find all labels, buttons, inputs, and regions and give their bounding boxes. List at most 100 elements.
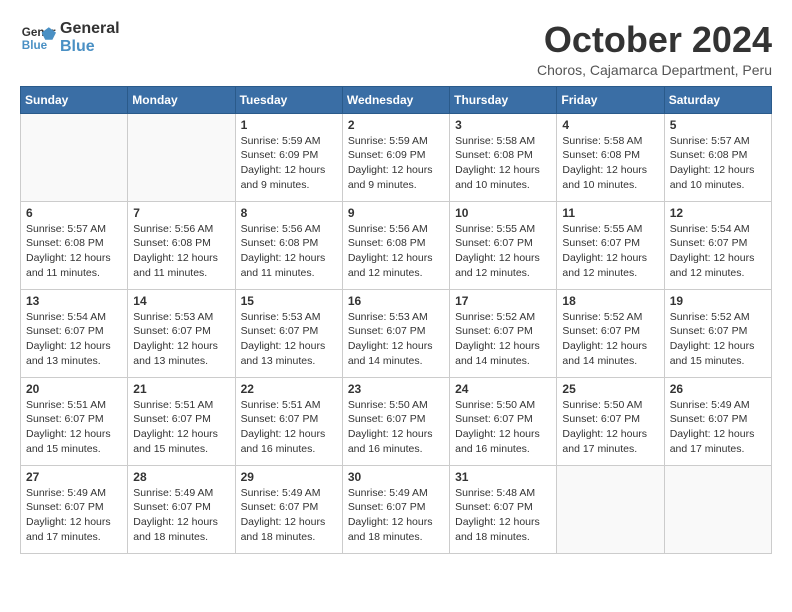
cell-content: Sunrise: 5:56 AM Sunset: 6:08 PM Dayligh… — [241, 222, 337, 281]
week-row-1: 1 Sunrise: 5:59 AM Sunset: 6:09 PM Daylig… — [21, 113, 772, 201]
day-number: 21 — [133, 382, 229, 396]
week-row-4: 20Sunrise: 5:51 AM Sunset: 6:07 PM Dayli… — [21, 377, 772, 465]
cell-content: Sunrise: 5:58 AM Sunset: 6:08 PM Dayligh… — [455, 134, 551, 193]
day-number: 17 — [455, 294, 551, 308]
calendar-cell: 7 Sunrise: 5:56 AM Sunset: 6:08 PM Daylig… — [128, 201, 235, 289]
day-number: 15 — [241, 294, 337, 308]
cell-content: Sunrise: 5:49 AM Sunset: 6:07 PM Dayligh… — [133, 486, 229, 545]
cell-content: Sunrise: 5:57 AM Sunset: 6:08 PM Dayligh… — [670, 134, 766, 193]
day-number: 29 — [241, 470, 337, 484]
cell-content: Sunrise: 5:58 AM Sunset: 6:08 PM Dayligh… — [562, 134, 658, 193]
calendar-cell: 9 Sunrise: 5:56 AM Sunset: 6:08 PM Daylig… — [342, 201, 449, 289]
calendar-table: SundayMondayTuesdayWednesdayThursdayFrid… — [20, 86, 772, 554]
cell-content: Sunrise: 5:57 AM Sunset: 6:08 PM Dayligh… — [26, 222, 122, 281]
day-number: 9 — [348, 206, 444, 220]
day-number: 3 — [455, 118, 551, 132]
cell-content: Sunrise: 5:50 AM Sunset: 6:07 PM Dayligh… — [455, 398, 551, 457]
calendar-cell: 18Sunrise: 5:52 AM Sunset: 6:07 PM Dayli… — [557, 289, 664, 377]
cell-content: Sunrise: 5:49 AM Sunset: 6:07 PM Dayligh… — [670, 398, 766, 457]
week-row-5: 27 Sunrise: 5:49 AM Sunset: 6:07 PM Dayli… — [21, 465, 772, 553]
cell-content: Sunrise: 5:59 AM Sunset: 6:09 PM Dayligh… — [241, 134, 337, 193]
day-number: 19 — [670, 294, 766, 308]
day-number: 11 — [562, 206, 658, 220]
calendar-cell: 14Sunrise: 5:53 AM Sunset: 6:07 PM Dayli… — [128, 289, 235, 377]
day-number: 6 — [26, 206, 122, 220]
calendar-cell: 13Sunrise: 5:54 AM Sunset: 6:07 PM Dayli… — [21, 289, 128, 377]
location-subtitle: Choros, Cajamarca Department, Peru — [537, 62, 772, 78]
day-number: 22 — [241, 382, 337, 396]
day-number: 27 — [26, 470, 122, 484]
cell-content: Sunrise: 5:51 AM Sunset: 6:07 PM Dayligh… — [26, 398, 122, 457]
title-block: October 2024 Choros, Cajamarca Departmen… — [537, 20, 772, 78]
day-number: 26 — [670, 382, 766, 396]
day-number: 1 — [241, 118, 337, 132]
calendar-cell: 11 Sunrise: 5:55 AM Sunset: 6:07 PM Dayli… — [557, 201, 664, 289]
day-number: 23 — [348, 382, 444, 396]
calendar-cell: 2 Sunrise: 5:59 AM Sunset: 6:09 PM Daylig… — [342, 113, 449, 201]
calendar-cell: 6 Sunrise: 5:57 AM Sunset: 6:08 PM Daylig… — [21, 201, 128, 289]
day-number: 31 — [455, 470, 551, 484]
cell-content: Sunrise: 5:53 AM Sunset: 6:07 PM Dayligh… — [241, 310, 337, 369]
calendar-cell: 22 Sunrise: 5:51 AM Sunset: 6:07 PM Dayli… — [235, 377, 342, 465]
logo: General Blue General Blue — [20, 20, 120, 56]
header: General Blue General Blue October 2024 C… — [20, 20, 772, 78]
calendar-header-row: SundayMondayTuesdayWednesdayThursdayFrid… — [21, 86, 772, 113]
calendar-cell: 10 Sunrise: 5:55 AM Sunset: 6:07 PM Dayli… — [450, 201, 557, 289]
day-number: 28 — [133, 470, 229, 484]
cell-content: Sunrise: 5:49 AM Sunset: 6:07 PM Dayligh… — [241, 486, 337, 545]
logo-blue: Blue — [60, 38, 120, 56]
cell-content: Sunrise: 5:48 AM Sunset: 6:07 PM Dayligh… — [455, 486, 551, 545]
cell-content: Sunrise: 5:55 AM Sunset: 6:07 PM Dayligh… — [455, 222, 551, 281]
day-header-monday: Monday — [128, 86, 235, 113]
calendar-cell: 15 Sunrise: 5:53 AM Sunset: 6:07 PM Dayli… — [235, 289, 342, 377]
calendar-cell: 23 Sunrise: 5:50 AM Sunset: 6:07 PM Dayli… — [342, 377, 449, 465]
day-number: 24 — [455, 382, 551, 396]
day-number: 7 — [133, 206, 229, 220]
day-header-tuesday: Tuesday — [235, 86, 342, 113]
day-number: 25 — [562, 382, 658, 396]
cell-content: Sunrise: 5:51 AM Sunset: 6:07 PM Dayligh… — [241, 398, 337, 457]
cell-content: Sunrise: 5:55 AM Sunset: 6:07 PM Dayligh… — [562, 222, 658, 281]
logo-general: General — [60, 20, 120, 38]
day-number: 16 — [348, 294, 444, 308]
cell-content: Sunrise: 5:52 AM Sunset: 6:07 PM Dayligh… — [455, 310, 551, 369]
calendar-cell: 28 Sunrise: 5:49 AM Sunset: 6:07 PM Dayli… — [128, 465, 235, 553]
cell-content: Sunrise: 5:53 AM Sunset: 6:07 PM Dayligh… — [348, 310, 444, 369]
day-number: 12 — [670, 206, 766, 220]
day-header-saturday: Saturday — [664, 86, 771, 113]
calendar-cell: 20Sunrise: 5:51 AM Sunset: 6:07 PM Dayli… — [21, 377, 128, 465]
day-header-wednesday: Wednesday — [342, 86, 449, 113]
day-number: 4 — [562, 118, 658, 132]
day-number: 30 — [348, 470, 444, 484]
cell-content: Sunrise: 5:50 AM Sunset: 6:07 PM Dayligh… — [348, 398, 444, 457]
cell-content: Sunrise: 5:52 AM Sunset: 6:07 PM Dayligh… — [562, 310, 658, 369]
day-header-sunday: Sunday — [21, 86, 128, 113]
calendar-cell — [664, 465, 771, 553]
calendar-cell: 3 Sunrise: 5:58 AM Sunset: 6:08 PM Daylig… — [450, 113, 557, 201]
calendar-cell: 25 Sunrise: 5:50 AM Sunset: 6:07 PM Dayli… — [557, 377, 664, 465]
calendar-cell: 24 Sunrise: 5:50 AM Sunset: 6:07 PM Dayli… — [450, 377, 557, 465]
cell-content: Sunrise: 5:50 AM Sunset: 6:07 PM Dayligh… — [562, 398, 658, 457]
calendar-cell — [128, 113, 235, 201]
calendar-cell: 4 Sunrise: 5:58 AM Sunset: 6:08 PM Daylig… — [557, 113, 664, 201]
calendar-cell: 29 Sunrise: 5:49 AM Sunset: 6:07 PM Dayli… — [235, 465, 342, 553]
cell-content: Sunrise: 5:49 AM Sunset: 6:07 PM Dayligh… — [26, 486, 122, 545]
week-row-2: 6 Sunrise: 5:57 AM Sunset: 6:08 PM Daylig… — [21, 201, 772, 289]
calendar-cell — [557, 465, 664, 553]
logo-icon: General Blue — [20, 20, 56, 56]
cell-content: Sunrise: 5:51 AM Sunset: 6:07 PM Dayligh… — [133, 398, 229, 457]
cell-content: Sunrise: 5:56 AM Sunset: 6:08 PM Dayligh… — [133, 222, 229, 281]
day-number: 8 — [241, 206, 337, 220]
day-number: 10 — [455, 206, 551, 220]
calendar-cell: 5Sunrise: 5:57 AM Sunset: 6:08 PM Daylig… — [664, 113, 771, 201]
svg-text:Blue: Blue — [22, 39, 48, 52]
cell-content: Sunrise: 5:59 AM Sunset: 6:09 PM Dayligh… — [348, 134, 444, 193]
day-number: 13 — [26, 294, 122, 308]
day-header-friday: Friday — [557, 86, 664, 113]
cell-content: Sunrise: 5:49 AM Sunset: 6:07 PM Dayligh… — [348, 486, 444, 545]
cell-content: Sunrise: 5:56 AM Sunset: 6:08 PM Dayligh… — [348, 222, 444, 281]
calendar-cell: 30 Sunrise: 5:49 AM Sunset: 6:07 PM Dayli… — [342, 465, 449, 553]
day-number: 14 — [133, 294, 229, 308]
calendar-cell: 31 Sunrise: 5:48 AM Sunset: 6:07 PM Dayli… — [450, 465, 557, 553]
day-number: 2 — [348, 118, 444, 132]
